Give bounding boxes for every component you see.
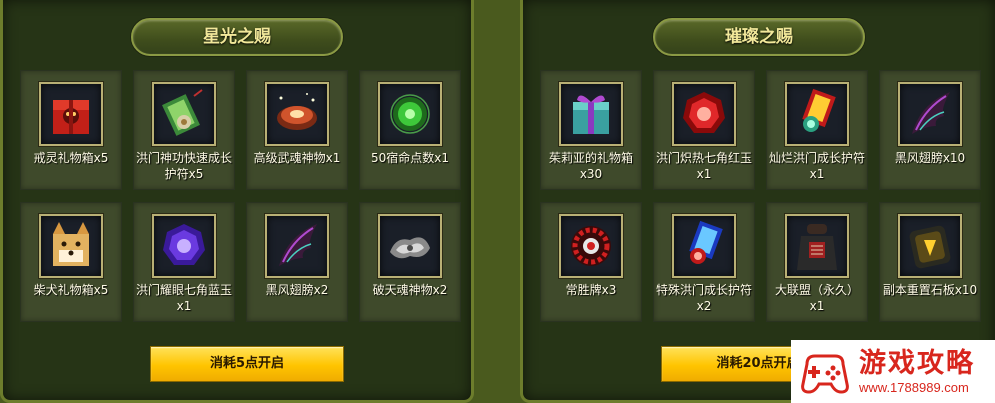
site-watermark: 游戏攻略 www.1788989.com xyxy=(791,340,995,403)
reset-stone-tablet-icon xyxy=(898,214,962,278)
julia-gift-box-icon xyxy=(559,82,623,146)
green-talisman-icon xyxy=(152,82,216,146)
reward-item[interactable]: 常胜牌x3 xyxy=(540,202,642,322)
reward-item[interactable]: 洪门神功快速成长护符x5 xyxy=(133,70,235,190)
red-gift-box-icon xyxy=(39,82,103,146)
item-label: 破天魂神物x2 xyxy=(372,283,448,297)
shiba-gift-box-icon xyxy=(39,214,103,278)
black-wing-icon xyxy=(265,214,329,278)
item-label: 茱莉亚的礼物箱x30 xyxy=(548,151,633,181)
item-label: 特殊洪门成长护符x2 xyxy=(656,283,753,313)
item-label: 戒灵礼物箱x5 xyxy=(33,151,109,165)
alliance-costume-icon xyxy=(785,214,849,278)
reward-item[interactable]: 50宿命点数x1 xyxy=(359,70,461,190)
item-label: 黑风翅膀x2 xyxy=(265,283,329,297)
left-reward-panel: 星光之赐 戒灵礼物箱x5 洪门神功快速成长护符x5 高级武魂神物x1 50宿命点… xyxy=(0,0,474,403)
reward-item[interactable]: 灿烂洪门成长护符x1 xyxy=(766,70,868,190)
item-label: 洪门神功快速成长护符x5 xyxy=(136,151,233,181)
item-label: 洪门耀眼七角蓝玉x1 xyxy=(136,283,233,313)
reward-item[interactable]: 高级武魂神物x1 xyxy=(246,70,348,190)
red-heptagon-gem-icon xyxy=(672,82,736,146)
red-spirit-orb-icon xyxy=(265,82,329,146)
black-wing-icon xyxy=(898,82,962,146)
reward-item[interactable]: 洪门耀眼七角蓝玉x1 xyxy=(133,202,235,322)
blue-talisman-icon xyxy=(672,214,736,278)
reward-item[interactable]: 戒灵礼物箱x5 xyxy=(20,70,122,190)
blue-heptagon-gem-icon xyxy=(152,214,216,278)
right-item-grid: 茱莉亚的礼物箱x30 洪门炽热七角红玉x1 灿烂洪门成长护符x1 黑风翅膀x10… xyxy=(540,70,981,322)
item-label: 黑风翅膀x10 xyxy=(894,151,966,165)
item-label: 洪门炽热七角红玉x1 xyxy=(656,151,753,181)
left-item-grid: 戒灵礼物箱x5 洪门神功快速成长护符x5 高级武魂神物x1 50宿命点数x1 柴… xyxy=(20,70,461,322)
reward-item[interactable]: 副本重置石板x10 xyxy=(879,202,981,322)
reward-item[interactable]: 柴犬礼物箱x5 xyxy=(20,202,122,322)
watermark-url: www.1788989.com xyxy=(859,379,969,395)
watermark-title: 游戏攻略 xyxy=(859,347,975,379)
reward-item[interactable]: 黑风翅膀x10 xyxy=(879,70,981,190)
reward-item[interactable]: 茱莉亚的礼物箱x30 xyxy=(540,70,642,190)
reward-item[interactable]: 大联盟（永久）x1 xyxy=(766,202,868,322)
item-label: 50宿命点数x1 xyxy=(370,151,449,165)
right-panel-title: 璀璨之赐 xyxy=(653,18,865,56)
item-label: 柴犬礼物箱x5 xyxy=(33,283,109,297)
red-talisman-icon xyxy=(785,82,849,146)
reward-item[interactable]: 黑风翅膀x2 xyxy=(246,202,348,322)
gamepad-logo-icon xyxy=(801,354,849,394)
item-label: 副本重置石板x10 xyxy=(882,283,978,297)
reward-item[interactable]: 洪门炽热七角红玉x1 xyxy=(653,70,755,190)
grey-spirit-relic-icon xyxy=(378,214,442,278)
reward-item[interactable]: 特殊洪门成长护符x2 xyxy=(653,202,755,322)
item-label: 高级武魂神物x1 xyxy=(253,151,341,165)
item-label: 大联盟（永久）x1 xyxy=(774,283,859,313)
item-label: 常胜牌x3 xyxy=(565,283,617,297)
open-5-points-button[interactable]: 消耗5点开启 xyxy=(150,346,344,382)
victory-token-icon xyxy=(559,214,623,278)
green-jade-icon xyxy=(378,82,442,146)
item-label: 灿烂洪门成长护符x1 xyxy=(769,151,866,181)
reward-item[interactable]: 破天魂神物x2 xyxy=(359,202,461,322)
left-panel-title: 星光之赐 xyxy=(131,18,343,56)
